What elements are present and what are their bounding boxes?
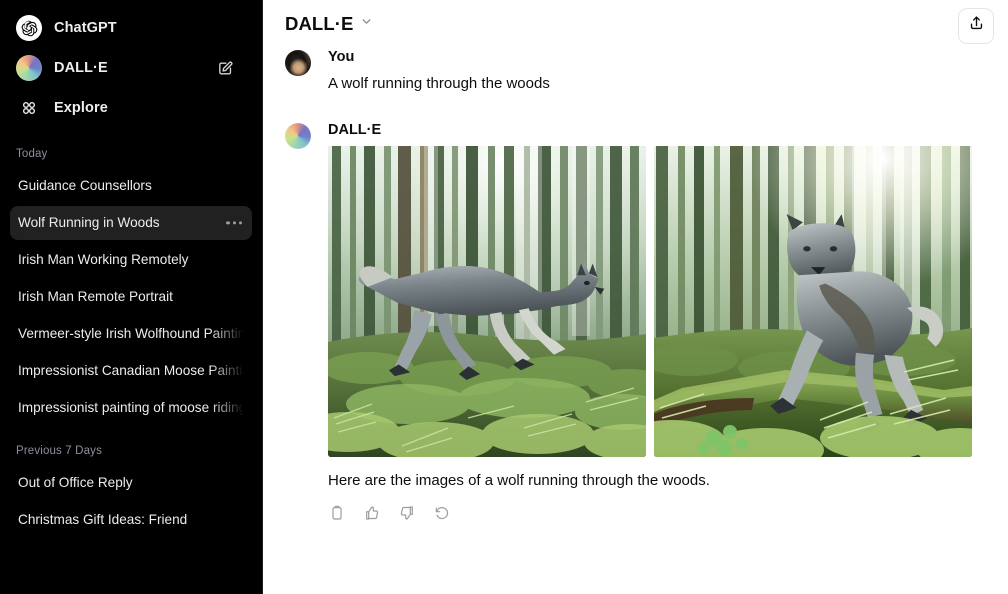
- message-author: DALL·E: [328, 122, 382, 138]
- app-root: ChatGPT DALL·E Explore Today Guidance Co…: [0, 0, 1008, 594]
- chat-list-item[interactable]: Christmas Gift Ideas: Friend: [10, 503, 252, 537]
- conversation-thread: You A wolf running through the woods DAL…: [263, 48, 1008, 522]
- chat-list-previous-7-days: Out of Office Reply Christmas Gift Ideas…: [0, 466, 262, 537]
- main-content: DALL·E You A wolf running through the wo…: [263, 0, 1008, 594]
- chat-item-title: Out of Office Reply: [18, 475, 133, 490]
- chat-item-title: Irish Man Working Remotely: [18, 252, 189, 267]
- page-title: DALL·E: [285, 13, 354, 34]
- chat-item-title: Impressionist Canadian Moose Painting: [18, 363, 244, 378]
- model-switcher[interactable]: DALL·E: [285, 9, 379, 39]
- sidebar-item-label: ChatGPT: [54, 20, 117, 36]
- chat-list-item[interactable]: Impressionist painting of moose riding: [10, 391, 252, 425]
- chat-list-item[interactable]: Irish Man Remote Portrait: [10, 280, 252, 314]
- chat-list-item[interactable]: Vermeer-style Irish Wolfhound Painting: [10, 317, 252, 351]
- dalle-logo-icon: [285, 123, 311, 149]
- generated-image-grid: [328, 146, 988, 457]
- top-bar: DALL·E: [263, 0, 1008, 48]
- generated-image[interactable]: [654, 146, 972, 457]
- thumbs-down-icon[interactable]: [398, 504, 416, 522]
- new-chat-pencil-icon[interactable]: [212, 55, 238, 81]
- sidebar: ChatGPT DALL·E Explore Today Guidance Co…: [0, 0, 263, 594]
- message-actions: [328, 504, 988, 522]
- sidebar-item-label: Explore: [54, 100, 108, 116]
- chat-list-item-active[interactable]: Wolf Running in Woods: [10, 206, 252, 240]
- chat-item-title: Vermeer-style Irish Wolfhound Painting: [18, 326, 244, 341]
- openai-logo-icon: [16, 15, 42, 41]
- share-upload-icon: [968, 15, 985, 37]
- user-message: You A wolf running through the woods: [263, 48, 1008, 95]
- share-button[interactable]: [958, 8, 994, 44]
- chat-list-item[interactable]: Impressionist Canadian Moose Painting: [10, 354, 252, 388]
- sidebar-group-label-today: Today: [16, 148, 48, 160]
- message-author: You: [328, 49, 355, 65]
- sidebar-item-label: DALL·E: [54, 60, 108, 76]
- sidebar-item-chatgpt[interactable]: ChatGPT: [10, 8, 252, 48]
- chat-item-options-icon[interactable]: [226, 221, 242, 225]
- chat-list-today: Guidance Counsellors Wolf Running in Woo…: [0, 169, 262, 425]
- chevron-down-icon: [360, 15, 373, 33]
- dalle-logo-icon: [16, 55, 42, 81]
- sidebar-item-dalle[interactable]: DALL·E: [10, 48, 252, 88]
- chat-item-title: Christmas Gift Ideas: Friend: [18, 512, 188, 527]
- chat-list-item[interactable]: Out of Office Reply: [10, 466, 252, 500]
- explore-grid-icon: [16, 95, 42, 121]
- assistant-message: DALL·E Here are the images of a wolf run…: [263, 121, 1008, 522]
- chat-item-title: Wolf Running in Woods: [18, 215, 160, 230]
- assistant-caption: Here are the images of a wolf running th…: [328, 472, 710, 489]
- chat-item-title: Guidance Counsellors: [18, 178, 152, 193]
- copy-icon[interactable]: [328, 504, 346, 522]
- generated-image[interactable]: [328, 146, 646, 457]
- chat-list-item[interactable]: Irish Man Working Remotely: [10, 243, 252, 277]
- regenerate-icon[interactable]: [433, 504, 451, 522]
- chat-item-title: Irish Man Remote Portrait: [18, 289, 173, 304]
- user-prompt-text: A wolf running through the woods: [328, 75, 550, 92]
- thumbs-up-icon[interactable]: [363, 504, 381, 522]
- sidebar-group-label-previous-7-days: Previous 7 Days: [16, 445, 102, 457]
- chat-item-title: Impressionist painting of moose riding: [18, 400, 244, 415]
- user-photo-avatar: [285, 50, 311, 76]
- chat-list-item[interactable]: Guidance Counsellors: [10, 169, 252, 203]
- sidebar-item-explore[interactable]: Explore: [10, 88, 252, 128]
